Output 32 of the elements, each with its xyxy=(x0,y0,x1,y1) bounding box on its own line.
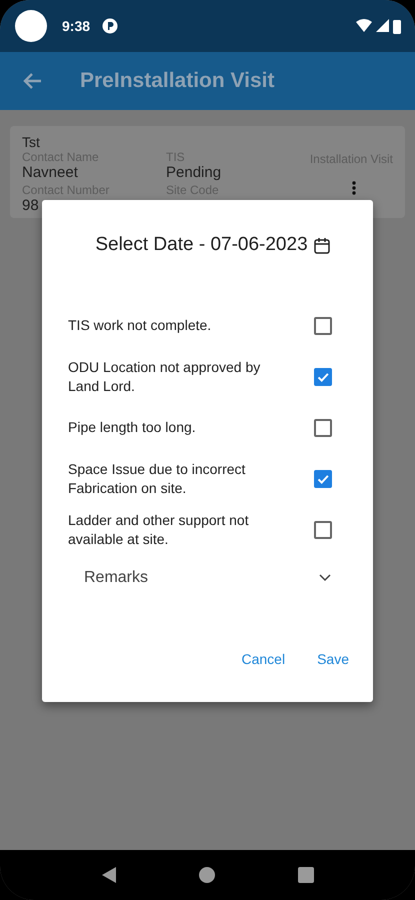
more-options-icon[interactable] xyxy=(352,181,356,195)
screen-title: PreInstallation Visit xyxy=(80,69,275,93)
wifi-icon xyxy=(356,19,372,33)
remarks-dropdown[interactable]: Remarks xyxy=(84,563,331,593)
notification-icon xyxy=(102,18,118,34)
dialog-title: Select Date - 07-06-2023 xyxy=(95,234,308,256)
reason-label: Ladder and other support not available at site. xyxy=(68,510,250,548)
checkbox[interactable] xyxy=(314,368,332,386)
field-value: Navneet xyxy=(22,164,79,181)
status-time: 9:38 xyxy=(62,18,90,34)
field-value: Pending xyxy=(166,164,222,181)
reason-label: TIS work not complete. xyxy=(68,316,212,335)
field-value: 98 xyxy=(22,197,40,214)
signal-icon xyxy=(376,19,389,33)
customer-name: Tst xyxy=(22,134,41,150)
chevron-icon xyxy=(319,574,331,582)
reason-label: Pipe length too long. xyxy=(68,418,197,437)
camera-cutout-icon xyxy=(14,9,48,43)
recents-icon[interactable] xyxy=(298,867,314,883)
reason-label: ODU Location not approved by Land Lord. xyxy=(68,358,262,396)
checkbox[interactable] xyxy=(314,470,332,488)
checkbox[interactable] xyxy=(314,418,332,436)
checkbox[interactable] xyxy=(314,520,332,538)
back-arrow-icon[interactable] xyxy=(22,72,42,90)
home-icon[interactable] xyxy=(199,867,216,883)
calendar-icon[interactable] xyxy=(314,236,330,254)
back-icon[interactable] xyxy=(101,866,118,884)
dialog-button[interactable]: Cancel xyxy=(237,647,290,671)
battery-icon xyxy=(393,18,401,34)
reason-label: Space Issue due to incorrect Fabrication on site. xyxy=(68,460,246,498)
dialog-button[interactable]: Save xyxy=(313,647,353,671)
checkbox[interactable] xyxy=(314,316,332,334)
